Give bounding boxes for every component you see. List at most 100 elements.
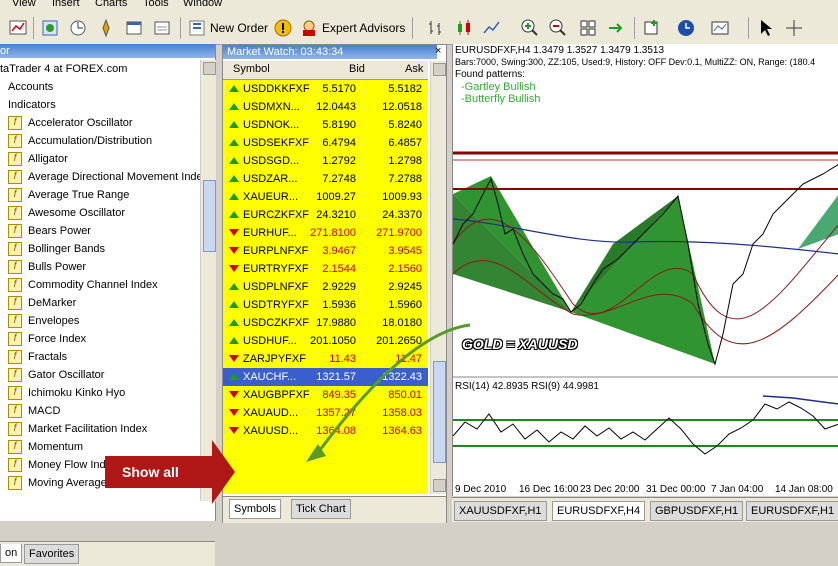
- tree-indicators[interactable]: Indicators: [8, 96, 56, 114]
- scroll-thumb[interactable]: [433, 361, 446, 463]
- symbol-row[interactable]: USDCZKFXF 17.9880 18.0180: [223, 314, 428, 332]
- candlestick-icon[interactable]: [454, 18, 474, 38]
- menu-charts[interactable]: Charts: [95, 0, 127, 9]
- periods-icon[interactable]: [676, 18, 696, 38]
- tab-xauusd-h1[interactable]: XAUUSDFXF,H1: [454, 501, 547, 521]
- tab-gbpusd-h1[interactable]: GBPUSDFXF,H1: [650, 501, 744, 521]
- indicator-icon: f: [8, 458, 22, 473]
- symbol-row[interactable]: EURHUF... 271.8100 271.9700: [223, 224, 428, 242]
- tree-root[interactable]: taTrader 4 at FOREX.com: [0, 60, 127, 78]
- crosshair-icon[interactable]: [784, 18, 804, 38]
- tile-windows-icon[interactable]: [578, 18, 598, 38]
- symbol-row[interactable]: USDZAR... 7.2748 7.2788: [223, 170, 428, 188]
- tab-eurusd-h1[interactable]: EURUSDFXF,H1: [746, 501, 838, 521]
- templates-icon[interactable]: [710, 18, 730, 38]
- profiles-icon[interactable]: [40, 18, 60, 38]
- menu-insert[interactable]: Insert: [52, 0, 80, 9]
- symbol-row[interactable]: XAUAUD... 1357.27 1358.03: [223, 404, 428, 422]
- symbol-row[interactable]: EURTRYFXF 2.1544 2.1560: [223, 260, 428, 278]
- indicator-item[interactable]: f Force Index: [8, 330, 86, 348]
- indicator-item[interactable]: f Accelerator Oscillator: [8, 114, 133, 132]
- expert-advisors-button[interactable]: Expert Advisors: [300, 18, 405, 38]
- indicator-item[interactable]: f Average Directional Movement Inde: [8, 168, 200, 186]
- terminal-icon[interactable]: [124, 18, 144, 38]
- symbol-row[interactable]: USDDKKFXF 5.5170 5.5182: [223, 80, 428, 98]
- symbol-row[interactable]: XAUGBPFXF 849.35 850.01: [223, 386, 428, 404]
- tab-favorites[interactable]: Favorites: [24, 544, 80, 564]
- symbol-row[interactable]: USDSGD... 1.2792 1.2798: [223, 152, 428, 170]
- arrow-down-icon: [229, 355, 239, 362]
- new-order-icon: [189, 20, 205, 36]
- indicator-item[interactable]: f Fractals: [8, 348, 67, 366]
- line-chart-icon[interactable]: [482, 18, 502, 38]
- symbol-row[interactable]: USDNOK... 5.8190 5.8240: [223, 116, 428, 134]
- symbol-row[interactable]: USDSEKFXF 6.4794 6.4857: [223, 134, 428, 152]
- strategy-tester-icon[interactable]: [152, 18, 172, 38]
- menu-view[interactable]: View: [12, 0, 36, 9]
- indicator-item[interactable]: f Alligator: [8, 150, 68, 168]
- navigator-scrollbar[interactable]: [200, 60, 216, 501]
- time-label-3: 23 Dec 20:00: [580, 484, 640, 495]
- indicator-item[interactable]: f Accumulation/Distribution: [8, 132, 152, 150]
- indicator-item[interactable]: f Awesome Oscillator: [8, 204, 125, 222]
- tab-tick-chart[interactable]: Tick Chart: [291, 499, 351, 519]
- indicator-label: Momentum: [28, 441, 84, 453]
- tab-common[interactable]: on: [0, 544, 23, 563]
- indicator-item[interactable]: f Ichimoku Kinko Hyo: [8, 384, 125, 402]
- indicator-item[interactable]: f Commodity Channel Index: [8, 276, 158, 294]
- symbol-row[interactable]: XAUCHF... 1321.57 1322.43: [223, 368, 428, 386]
- indicator-item[interactable]: f Envelopes: [8, 312, 79, 330]
- indicator-item[interactable]: f Moving Average: [8, 474, 107, 492]
- warning-icon[interactable]: [273, 18, 293, 38]
- indicator-label: Market Facilitation Index: [28, 423, 148, 435]
- symbol-row[interactable]: USDTRYFXF 1.5936 1.5960: [223, 296, 428, 314]
- indicator-item[interactable]: f Market Facilitation Index: [8, 420, 147, 438]
- chart-window[interactable]: EURUSDFXF,H4 1.3479 1.3527 1.3479 1.3513…: [452, 44, 838, 496]
- symbol-row[interactable]: USDPLNFXF 2.9229 2.9245: [223, 278, 428, 296]
- cursor-icon[interactable]: [756, 18, 776, 38]
- indicator-item[interactable]: f DeMarker: [8, 294, 76, 312]
- symbol-row[interactable]: XAUEUR... 1009.27 1009.93: [223, 188, 428, 206]
- new-chart-icon[interactable]: [8, 18, 28, 38]
- scroll-up-icon[interactable]: [433, 63, 446, 76]
- symbol-row[interactable]: EURPLNFXF 3.9467 3.9545: [223, 242, 428, 260]
- tree-accounts[interactable]: Accounts: [8, 78, 53, 96]
- symbol-row[interactable]: USDMXN... 12.0443 12.0518: [223, 98, 428, 116]
- scroll-thumb[interactable]: [203, 180, 216, 252]
- tab-eurusd-h4[interactable]: EURUSDFXF,H4: [552, 501, 646, 521]
- arrow-down-icon: [229, 247, 239, 254]
- column-bid[interactable]: Bid: [349, 63, 365, 75]
- symbol-row[interactable]: XAUUSD... 1364.08 1364.63: [223, 422, 428, 440]
- column-ask[interactable]: Ask: [405, 63, 423, 75]
- indicator-item[interactable]: f Average True Range: [8, 186, 129, 204]
- indicator-item[interactable]: f MACD: [8, 402, 60, 420]
- auto-scroll-icon[interactable]: [606, 18, 626, 38]
- arrow-up-icon: [229, 373, 239, 380]
- indicator-item[interactable]: f Bulls Power: [8, 258, 86, 276]
- market-watch-scrollbar[interactable]: [430, 61, 446, 494]
- navigator-icon[interactable]: [96, 18, 116, 38]
- bar-chart-icon[interactable]: [426, 18, 446, 38]
- column-symbol[interactable]: Symbol: [233, 63, 270, 75]
- market-watch-icon[interactable]: [68, 18, 88, 38]
- scroll-down-icon[interactable]: [433, 479, 446, 492]
- indicators-add-icon[interactable]: [642, 18, 662, 38]
- symbol-row[interactable]: EURCZKFXF 24.3210 24.3370: [223, 206, 428, 224]
- symbol-row[interactable]: USDHUF... 201.1050 201.2650: [223, 332, 428, 350]
- indicator-item[interactable]: f Momentum: [8, 438, 83, 456]
- zoom-out-icon[interactable]: [548, 18, 568, 38]
- symbol-name: ZARJPYFXF: [243, 353, 306, 365]
- close-icon[interactable]: ×: [435, 46, 444, 57]
- indicator-item[interactable]: f Bollinger Bands: [8, 240, 105, 258]
- tab-symbols[interactable]: Symbols: [229, 499, 282, 519]
- menu-tools[interactable]: Tools: [143, 0, 169, 9]
- symbol-row[interactable]: ZARJPYFXF 11.43 11.47: [223, 350, 428, 368]
- menu-window[interactable]: Window: [183, 0, 222, 9]
- new-order-button[interactable]: New Order: [188, 18, 268, 38]
- indicator-item[interactable]: f Bears Power: [8, 222, 91, 240]
- scroll-up-icon[interactable]: [203, 62, 216, 75]
- indicator-item[interactable]: f Money Flow Index: [8, 456, 117, 474]
- indicator-item[interactable]: f Gator Oscillator: [8, 366, 104, 384]
- ask-price: 1322.43: [382, 371, 422, 383]
- zoom-in-icon[interactable]: [520, 18, 540, 38]
